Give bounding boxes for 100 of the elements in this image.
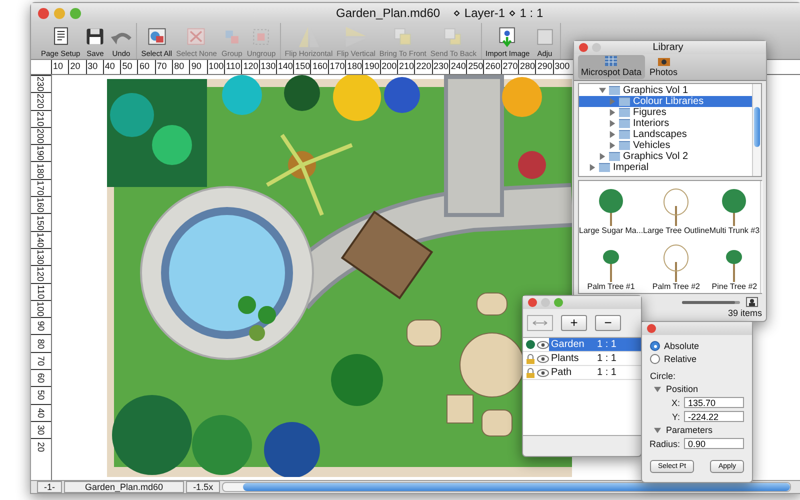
- eye-icon[interactable]: [537, 340, 549, 348]
- size-slider[interactable]: [682, 300, 740, 304]
- window-title: Library: [652, 42, 684, 53]
- link-icon[interactable]: [527, 315, 553, 331]
- library-tab[interactable]: Photos: [646, 55, 681, 79]
- tree-item[interactable]: Imperial: [579, 162, 752, 173]
- tree-item[interactable]: Colour Libraries: [579, 96, 752, 107]
- ruler-label: 110: [224, 60, 242, 74]
- chair: [406, 320, 442, 346]
- flower-shrub: [518, 151, 546, 179]
- layer-scale[interactable]: 1 : 1: [593, 366, 641, 379]
- layer-row[interactable]: Garden 1 : 1: [523, 338, 641, 352]
- eye-icon[interactable]: [537, 354, 549, 362]
- ruler-label: 60: [36, 373, 46, 384]
- ruler-label: 110: [36, 284, 46, 299]
- ruler-label: 200: [36, 128, 46, 144]
- folder-icon: [609, 86, 620, 95]
- zoom-level[interactable]: -1.5x: [186, 481, 220, 493]
- close-button[interactable]: [38, 8, 49, 18]
- ruler-label: 20: [36, 442, 46, 452]
- tree-item[interactable]: Vehicles: [579, 140, 752, 151]
- tree-item[interactable]: Graphics Vol 2: [579, 151, 752, 162]
- ruler-label: 10: [51, 60, 68, 74]
- ruler-label: 100: [206, 60, 224, 74]
- section-title: Parameters: [666, 425, 713, 435]
- close-button[interactable]: [579, 43, 588, 52]
- chair: [446, 394, 474, 424]
- layer-dot[interactable]: [526, 340, 534, 349]
- ruler-label: 190: [36, 146, 46, 161]
- ruler-label: 250: [466, 60, 484, 74]
- ruler-label: 120: [36, 266, 46, 282]
- ruler-label: 150: [36, 215, 46, 230]
- layer-button[interactable]: −: [595, 315, 621, 331]
- ruler-label: 50: [120, 60, 138, 74]
- eye-icon[interactable]: [537, 368, 549, 376]
- flower-shrub: [222, 75, 262, 115]
- library-tab[interactable]: Microspot Data: [578, 55, 645, 79]
- chair: [482, 410, 512, 436]
- ruler-label: 230: [432, 60, 449, 74]
- close-button[interactable]: [647, 324, 656, 333]
- radio-button[interactable]: [650, 354, 660, 364]
- tree-item[interactable]: Figures: [579, 107, 752, 118]
- field-label: Radius:: [649, 438, 680, 448]
- tree-item[interactable]: Interiors: [579, 118, 752, 129]
- ruler-label: 70: [154, 60, 172, 74]
- ruler-label: 160: [36, 198, 46, 213]
- lock-icon[interactable]: [526, 354, 534, 364]
- flower-shrub: [384, 77, 420, 113]
- horizontal-scrollbar[interactable]: [222, 482, 791, 492]
- tree-icon[interactable]: [661, 244, 692, 282]
- library-item-label: Multi Trunk #3: [709, 226, 760, 235]
- layer-button[interactable]: +: [561, 315, 587, 331]
- field-label: X:: [671, 398, 680, 408]
- tree-item[interactable]: Graphics Vol 1: [579, 85, 752, 96]
- close-button[interactable]: [528, 298, 537, 307]
- ruler-label: 130: [258, 60, 276, 74]
- layer-row[interactable]: Plants 1 : 1: [523, 352, 641, 366]
- input-field[interactable]: 135.70: [684, 397, 744, 408]
- ruler-label: 180: [36, 163, 46, 178]
- person-icon[interactable]: [746, 297, 758, 307]
- select-all-icon: [146, 26, 168, 48]
- tree-icon[interactable]: [661, 188, 692, 226]
- ruler-label: 80: [172, 60, 190, 74]
- ruler-label: 140: [276, 60, 294, 74]
- database-icon: [604, 55, 618, 67]
- folder-icon: [619, 97, 630, 106]
- ruler-label: 140: [36, 232, 46, 248]
- layer-scale[interactable]: 1 : 1: [593, 338, 641, 351]
- ruler-label: 50: [36, 390, 46, 400]
- item-count: 39 items: [728, 308, 763, 318]
- library-item-label: Palm Tree #1: [587, 282, 635, 291]
- disclosure-triangle-icon[interactable]: [654, 386, 661, 392]
- vertical-scrollbar[interactable]: [752, 84, 761, 176]
- ruler-label: 40: [36, 408, 46, 418]
- folder-icon: [619, 130, 630, 139]
- tree-item[interactable]: Landscapes: [579, 129, 752, 140]
- ruler-label: 180: [345, 60, 362, 74]
- ruler-label: 80: [36, 338, 46, 349]
- lock-icon[interactable]: [526, 368, 534, 378]
- flower-shrub: [502, 77, 542, 117]
- radio-label: Absolute: [664, 341, 700, 351]
- chair: [476, 292, 508, 316]
- disclosure-triangle-icon[interactable]: [654, 426, 661, 434]
- ruler-label: 280: [518, 60, 536, 74]
- page-indicator[interactable]: -1-: [37, 481, 62, 493]
- ruler-label: 160: [310, 60, 328, 74]
- radio-button[interactable]: [650, 341, 660, 351]
- folder-icon: [599, 163, 610, 172]
- layer-row[interactable]: Path 1 : 1: [523, 366, 641, 380]
- input-field[interactable]: -224.22: [684, 411, 744, 422]
- layer-scale[interactable]: 1 : 1: [593, 352, 641, 365]
- round-table: [460, 332, 524, 398]
- ruler-label: 30: [86, 60, 103, 74]
- layer-name: Plants: [550, 352, 580, 365]
- bring-to-front-icon: [392, 26, 414, 48]
- ruler-label: 40: [102, 60, 120, 74]
- radio-label: Relative: [664, 354, 697, 364]
- ruler-label: 70: [36, 356, 46, 366]
- ruler-label: 300: [552, 60, 570, 74]
- input-field[interactable]: 0.90: [684, 438, 744, 449]
